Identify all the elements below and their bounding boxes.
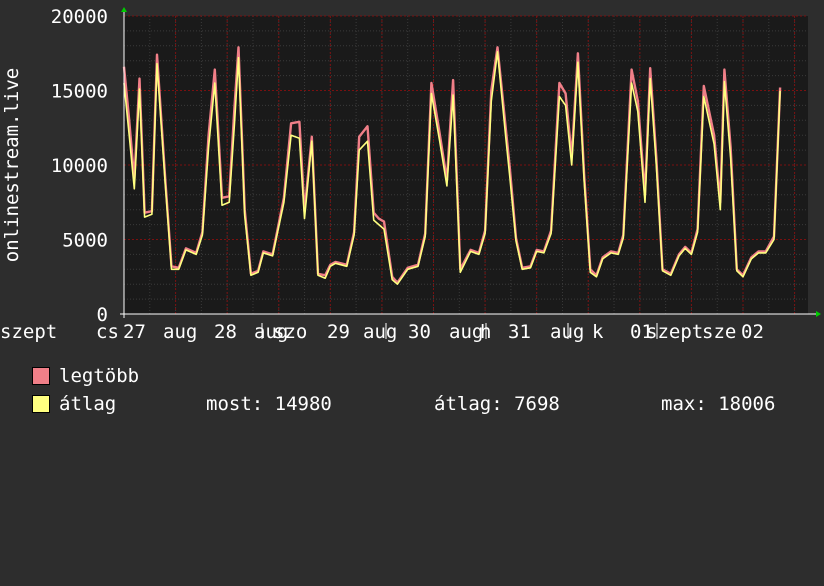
y-tick-label: 15000: [51, 81, 108, 103]
legend-label-avg: átlag: [59, 393, 117, 415]
x-tick-label: cs: [96, 321, 119, 343]
legend-row-max: legtöbb: [32, 362, 139, 390]
x-tick-label: sze: [702, 321, 736, 343]
x-tick-label: 02: [741, 321, 764, 343]
x-tick-label: aug: [363, 321, 397, 343]
y-tick-label: 20000: [51, 6, 108, 28]
x-tick-label: aug: [449, 321, 483, 343]
x-tick-label: szept: [0, 321, 57, 343]
x-tick-labels: cs27aug28augszo29aug30augh31augk01szepts…: [0, 321, 764, 343]
x-tick-label: aug: [550, 321, 584, 343]
x-tick-label: 29: [327, 321, 350, 343]
stat-maximum: max: 18006: [661, 393, 776, 415]
legend-swatch-avg: [32, 395, 50, 413]
x-tick-label: 27: [123, 321, 146, 343]
x-axis-arrow: [816, 311, 821, 317]
x-tick-label: k: [592, 321, 604, 343]
y-tick-labels: 05000100001500020000: [51, 6, 108, 326]
stat-average: átlag: 7698: [434, 393, 560, 415]
legend-label-max: legtöbb: [59, 365, 140, 387]
y-axis-arrow: [121, 7, 127, 12]
y-axis-label: onlinestream.live: [1, 68, 23, 262]
x-tick-label: 28: [214, 321, 237, 343]
x-tick-label: 30: [408, 321, 431, 343]
x-tick-label: 31: [508, 321, 531, 343]
legend-swatch-max: [32, 367, 50, 385]
x-tick-label: szo: [273, 321, 307, 343]
x-tick-label: szept: [646, 321, 703, 343]
y-tick-label: 10000: [51, 155, 108, 177]
stat-current: most: 14980: [206, 393, 332, 415]
legend-row-avg: átlag most: 14980 átlag: 7698 max: 18006: [32, 390, 775, 418]
legend: legtöbb átlag most: 14980 átlag: 7698 ma…: [32, 362, 775, 418]
x-tick-label: aug: [163, 321, 197, 343]
y-tick-label: 5000: [62, 230, 108, 252]
